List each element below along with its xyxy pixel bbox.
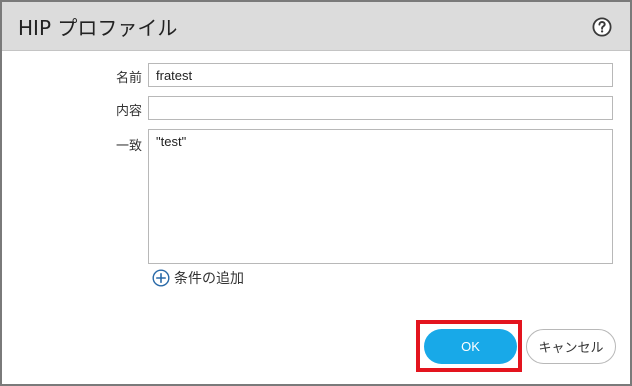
name-label: 名前 (115, 71, 142, 86)
match-label: 一致 (115, 139, 142, 154)
dialog-title: HIP プロファイル (18, 16, 178, 40)
match-textarea[interactable]: "test" (148, 129, 613, 264)
add-condition-label: 条件の追加 (174, 271, 244, 287)
hip-profile-dialog: HIP プロファイル 名前 内容 一致 "test" 条件の追加 OK キャンセ… (0, 0, 632, 386)
add-condition-button[interactable]: 条件の追加 (152, 268, 244, 288)
description-label: 内容 (115, 104, 142, 119)
dialog-titlebar: HIP プロファイル (2, 2, 630, 51)
ok-button[interactable]: OK (424, 329, 517, 364)
description-input[interactable] (148, 96, 613, 120)
help-icon[interactable] (592, 17, 612, 37)
cancel-button[interactable]: キャンセル (526, 329, 616, 364)
name-input[interactable] (148, 63, 613, 87)
plus-circle-icon (152, 269, 170, 287)
